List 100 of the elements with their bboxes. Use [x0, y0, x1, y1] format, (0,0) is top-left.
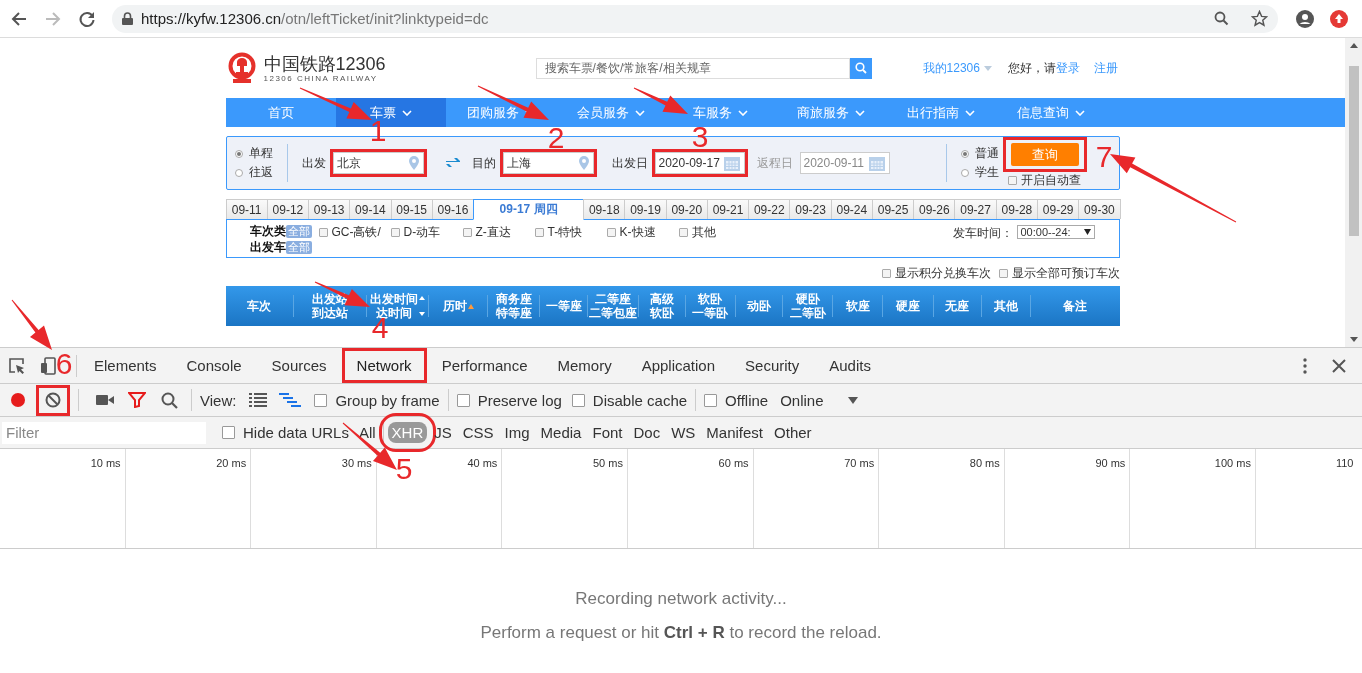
date-tab[interactable]: 09-28 — [995, 199, 1038, 219]
column-header[interactable]: 软座 — [845, 299, 870, 313]
date-tab[interactable]: 09-21 — [706, 199, 750, 219]
time-select[interactable]: 00:00--24: — [1016, 225, 1095, 239]
checkbox[interactable] — [462, 227, 472, 237]
checkbox[interactable] — [606, 227, 616, 237]
devtools-tab[interactable]: Audits — [814, 348, 886, 383]
column-header[interactable]: 一等卧 — [692, 306, 729, 320]
radio-button[interactable] — [960, 168, 969, 177]
devtools-tab[interactable]: Network — [341, 348, 427, 383]
checkbox[interactable] — [314, 393, 328, 407]
date-tab[interactable]: 09-22 — [748, 199, 791, 219]
column-header[interactable]: 软卧 — [649, 306, 674, 320]
checkbox[interactable] — [390, 227, 400, 237]
date-tab[interactable]: 09-19 — [624, 199, 667, 219]
sort-icon[interactable] — [419, 295, 426, 317]
checkbox[interactable] — [222, 426, 235, 439]
zoom-icon[interactable] — [1214, 11, 1229, 26]
dropdown-caret-icon[interactable] — [847, 396, 858, 404]
swap-icon[interactable] — [445, 158, 460, 168]
date-field[interactable]: 2020-09-17 — [654, 152, 745, 174]
date-tab[interactable]: 09-20 — [665, 199, 708, 219]
checkbox[interactable] — [571, 393, 585, 407]
reload-icon[interactable] — [78, 9, 96, 28]
devtools-tab[interactable]: Memory — [542, 348, 627, 383]
devtools-tab[interactable]: Performance — [426, 348, 543, 383]
throttling-select[interactable]: Online — [780, 391, 824, 409]
column-header[interactable]: 无座 — [945, 299, 970, 313]
radio-button[interactable] — [234, 168, 243, 177]
scroll-down-icon[interactable] — [1349, 337, 1358, 342]
column-header[interactable]: 出发时间 — [370, 292, 419, 306]
date-tab[interactable]: 09-13 — [308, 199, 351, 219]
column-header[interactable]: 到达站 — [312, 306, 349, 320]
resource-type-filter[interactable]: Font — [588, 422, 627, 443]
checkbox[interactable] — [534, 227, 544, 237]
column-header[interactable]: 达时间 — [376, 306, 413, 320]
station-field[interactable]: 北京 — [332, 152, 424, 174]
column-header[interactable]: 硬座 — [896, 299, 921, 313]
scroll-up-icon[interactable] — [1349, 43, 1358, 48]
devtools-tab[interactable]: Elements — [79, 348, 172, 383]
date-tab[interactable]: 09-18 — [583, 199, 626, 219]
checkbox[interactable] — [881, 268, 891, 278]
radio-button[interactable] — [234, 149, 243, 158]
resource-type-filter[interactable]: Manifest — [702, 422, 768, 443]
column-header[interactable]: 二等包座 — [589, 306, 637, 320]
date-tab[interactable]: 09-16 — [431, 199, 475, 219]
resource-type-filter[interactable]: Doc — [629, 422, 665, 443]
column-header[interactable]: 二等卧 — [789, 306, 826, 320]
star-icon[interactable] — [1251, 10, 1268, 27]
checkbox[interactable] — [998, 268, 1008, 278]
date-tab[interactable]: 09-26 — [913, 199, 956, 219]
date-tab[interactable]: 09-30 — [1078, 199, 1121, 219]
column-header[interactable]: 高级 — [649, 292, 674, 306]
devtools-tab[interactable]: Sources — [256, 348, 342, 383]
resource-type-filter[interactable]: All — [354, 422, 380, 443]
column-header[interactable]: 一等座 — [545, 299, 582, 313]
date-tab[interactable]: 09-23 — [789, 199, 832, 219]
station-field[interactable]: 上海 — [502, 152, 594, 174]
clear-icon[interactable] — [45, 392, 61, 408]
resource-type-filter[interactable]: Img — [500, 422, 534, 443]
column-header[interactable]: 特等座 — [495, 306, 532, 320]
record-icon[interactable] — [10, 392, 26, 408]
resource-type-filter[interactable]: CSS — [458, 422, 498, 443]
column-header[interactable]: 二等座 — [595, 292, 631, 306]
column-header[interactable]: 备注 — [1063, 299, 1088, 313]
resource-type-filter[interactable]: Other — [770, 422, 816, 443]
date-tab[interactable]: 09-15 — [390, 199, 433, 219]
profile-icon[interactable] — [1296, 9, 1314, 28]
resource-type-filter[interactable]: WS — [667, 422, 700, 443]
caret-icon[interactable] — [1083, 229, 1091, 235]
date-tab[interactable]: 09-25 — [871, 199, 915, 219]
filter-field[interactable]: Filter — [2, 421, 206, 444]
radio-button[interactable] — [960, 149, 969, 158]
column-header[interactable]: 硬卧 — [795, 292, 820, 306]
date-tab[interactable]: 09-17 周四 — [473, 199, 585, 220]
date-tab[interactable]: 09-27 — [954, 199, 997, 219]
back-icon[interactable] — [10, 9, 28, 28]
checkbox[interactable] — [678, 227, 688, 237]
date-tab[interactable]: 09-29 — [1037, 199, 1080, 219]
devtools-tab[interactable]: Security — [730, 348, 815, 383]
close-icon[interactable] — [1330, 356, 1348, 375]
scrollbar-thumb[interactable] — [1348, 66, 1359, 236]
search-field[interactable]: 搜索车票/餐饮/常旅客/相关规章 — [535, 57, 850, 79]
device-icon[interactable] — [40, 356, 58, 375]
date-tab[interactable]: 09-14 — [349, 199, 392, 219]
devtools-tab[interactable]: Application — [626, 348, 731, 383]
inspect-icon[interactable] — [8, 356, 26, 375]
column-header[interactable]: 其他 — [993, 299, 1018, 313]
checkbox[interactable] — [318, 227, 328, 237]
search-icon[interactable] — [854, 62, 867, 74]
date-tab[interactable]: 09-12 — [266, 199, 310, 219]
date-tab[interactable]: 09-24 — [830, 199, 873, 219]
column-header[interactable]: 车次 — [247, 299, 272, 313]
resource-type-filter[interactable]: Media — [536, 422, 586, 443]
column-header[interactable]: 历时 — [442, 299, 467, 313]
checkbox[interactable] — [704, 393, 718, 407]
column-header[interactable]: 动卧 — [747, 299, 772, 313]
date-tab[interactable]: 09-11 — [225, 199, 268, 219]
address-bar[interactable]: https://kyfw.12306.cn/otn/leftTicket/init?linktypeid=dc — [112, 4, 1278, 33]
checkbox[interactable] — [1008, 176, 1017, 185]
